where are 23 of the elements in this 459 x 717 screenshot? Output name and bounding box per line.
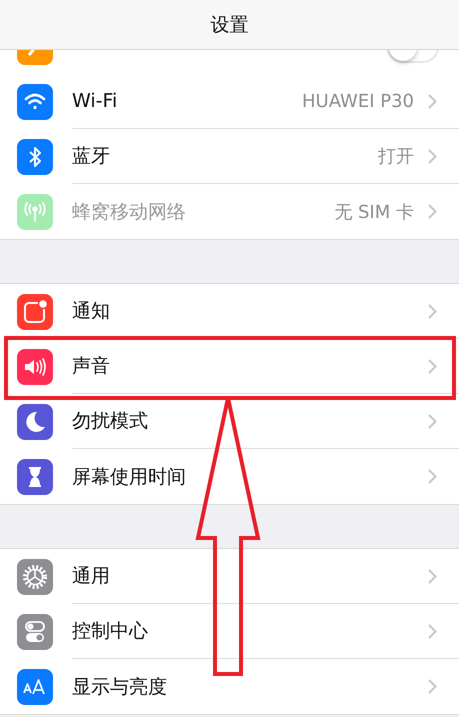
setting-label[interactable]: 勿扰模式 bbox=[72, 408, 428, 434]
chevron-icon bbox=[428, 304, 437, 318]
setting-label[interactable]: 屏幕使用时间 bbox=[72, 464, 428, 490]
setting-value: HUAWEI P30 bbox=[302, 90, 414, 112]
setting-label[interactable]: 控制中心 bbox=[72, 618, 428, 644]
chevron-icon bbox=[428, 469, 437, 484]
setting-label[interactable]: 声音 bbox=[72, 353, 428, 379]
setting-label[interactable]: 通知 bbox=[72, 298, 428, 324]
chevron-icon bbox=[428, 414, 437, 428]
setting-value: 打开 bbox=[378, 145, 414, 168]
setting-label[interactable]: 通用 bbox=[72, 563, 428, 589]
chevron-icon bbox=[428, 624, 437, 638]
setting-label[interactable]: 显示与亮度 bbox=[72, 674, 428, 700]
chevron-icon bbox=[428, 148, 437, 164]
setting-label[interactable]: 蓝牙 bbox=[72, 143, 378, 169]
chevron-icon bbox=[428, 679, 437, 694]
setting-label[interactable]: Wi-Fi bbox=[72, 90, 302, 112]
chevron-icon bbox=[428, 204, 437, 219]
chevron-icon bbox=[428, 358, 437, 374]
page-title: 设置 bbox=[210, 12, 248, 38]
chevron-icon bbox=[428, 94, 437, 108]
chevron-icon bbox=[428, 568, 437, 584]
setting-value: 无 SIM 卡 bbox=[334, 200, 414, 224]
